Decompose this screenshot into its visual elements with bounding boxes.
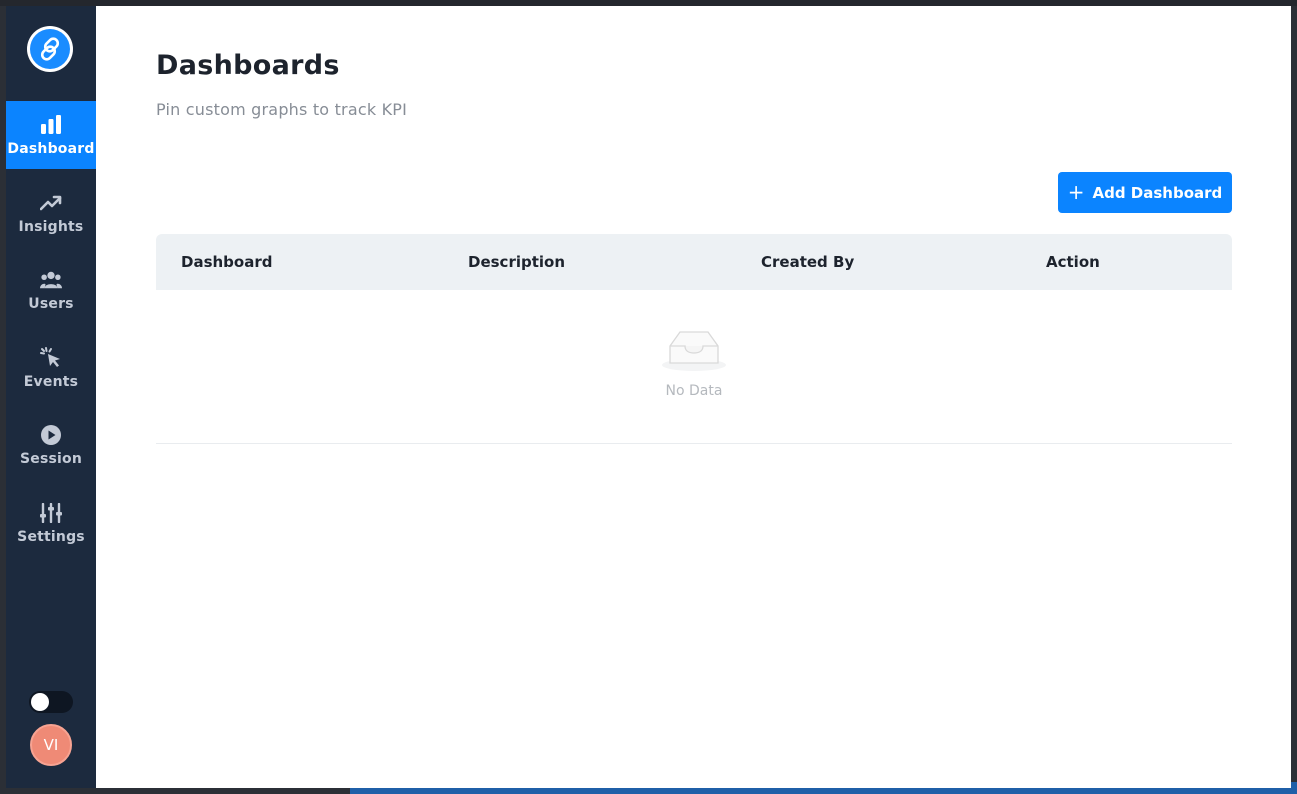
sidebar-item-label: Users [28, 295, 74, 312]
sidebar-item-label: Session [19, 450, 83, 467]
sidebar-item-label: Dashboard [7, 140, 95, 157]
sidebar-item-users[interactable]: Users [6, 256, 96, 324]
theme-toggle[interactable] [29, 691, 73, 713]
sidebar-item-settings[interactable]: Settings [6, 489, 96, 557]
column-header-action[interactable]: Action [1046, 234, 1100, 290]
add-dashboard-button[interactable]: + Add Dashboard [1058, 172, 1232, 213]
app-window: Dashboard Insights Users Events Session … [6, 6, 1291, 788]
avatar[interactable]: VI [30, 724, 72, 766]
app-logo[interactable] [27, 26, 73, 72]
main-content: Dashboards Pin custom graphs to track KP… [96, 6, 1291, 788]
sidebar-item-insights[interactable]: Insights [6, 179, 96, 247]
table-header: Dashboard Description Created By Action [156, 234, 1232, 290]
add-dashboard-label: Add Dashboard [1092, 183, 1223, 202]
play-circle-icon [40, 424, 62, 446]
empty-inbox-icon [661, 328, 727, 372]
sidebar: Dashboard Insights Users Events Session … [6, 6, 96, 788]
toggle-knob [31, 693, 49, 711]
sidebar-item-events[interactable]: Events [6, 334, 96, 402]
plus-icon: + [1067, 179, 1085, 204]
column-header-dashboard[interactable]: Dashboard [181, 234, 272, 290]
cursor-click-icon [40, 346, 62, 369]
empty-state-text: No Data [665, 383, 723, 399]
column-header-created-by[interactable]: Created By [761, 234, 854, 290]
sidebar-item-dashboard[interactable]: Dashboard [6, 101, 96, 169]
link-logo-icon [30, 29, 70, 69]
page-title: Dashboards [156, 50, 340, 81]
trending-up-icon [40, 192, 62, 214]
column-header-description[interactable]: Description [468, 234, 565, 290]
sidebar-item-label: Events [23, 373, 79, 390]
table-body: No Data [156, 290, 1232, 444]
sidebar-item-label: Settings [17, 528, 85, 545]
dashboards-table: Dashboard Description Created By Action … [156, 234, 1232, 444]
page-subtitle: Pin custom graphs to track KPI [156, 100, 408, 119]
sidebar-item-label: Insights [18, 218, 84, 235]
sliders-icon [40, 502, 62, 524]
bar-chart-icon [40, 114, 62, 136]
sidebar-item-session[interactable]: Session [6, 411, 96, 479]
users-icon [40, 269, 62, 291]
